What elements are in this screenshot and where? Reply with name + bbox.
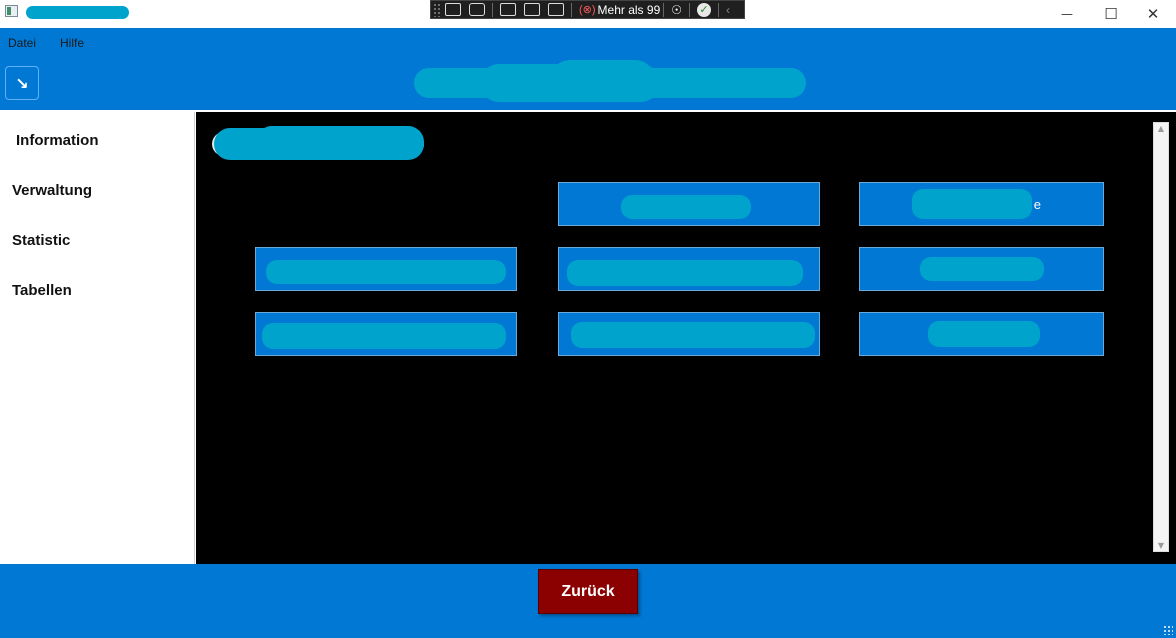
scroll-up-icon[interactable]: ▲ <box>1154 124 1168 133</box>
select-element-icon[interactable] <box>500 3 516 16</box>
main-content: e ▲ ▼ <box>196 112 1176 564</box>
app-icon <box>5 5 18 17</box>
collapse-toolbar-icon[interactable]: ‹ <box>726 3 730 17</box>
tile-r1-c2[interactable] <box>558 182 820 226</box>
sidebar-item-information[interactable]: Information <box>16 132 99 149</box>
debug-toolbar: (⊗) Mehr als 99 ☉ ✓ ‹ <box>430 0 745 19</box>
window-title-redacted <box>26 6 129 19</box>
vertical-scrollbar[interactable]: ▲ ▼ <box>1153 122 1169 552</box>
display-layout-icon[interactable] <box>524 3 540 16</box>
minimize-button[interactable]: — <box>1044 0 1090 28</box>
tile-r1-c3[interactable]: e <box>859 182 1104 226</box>
track-focus-icon[interactable] <box>548 3 564 16</box>
sidebar: Information Verwaltung Statistic Tabelle… <box>0 112 195 564</box>
close-button[interactable]: ✕ <box>1130 0 1176 28</box>
tile-r2-c2[interactable] <box>558 247 820 291</box>
sidebar-item-tabellen[interactable]: Tabellen <box>12 282 72 299</box>
sidebar-item-verwaltung[interactable]: Verwaltung <box>12 182 92 199</box>
tile-r2-c3[interactable] <box>859 247 1104 291</box>
footer-bar: Zurück <box>0 564 1176 638</box>
scroll-down-icon[interactable]: ▼ <box>1154 541 1168 550</box>
navigate-button[interactable]: ↘ <box>5 66 39 100</box>
accessibility-icon[interactable]: ☉ <box>671 3 682 17</box>
menu-datei[interactable]: Datei <box>8 36 36 50</box>
arrow-down-right-icon: ↘ <box>15 73 29 93</box>
live-tree-icon[interactable] <box>445 3 461 16</box>
maximize-button[interactable]: ☐ <box>1088 0 1134 28</box>
drag-handle-icon[interactable] <box>433 2 441 17</box>
sidebar-item-statistic[interactable]: Statistic <box>12 232 70 249</box>
binding-failures-count[interactable]: Mehr als 99 <box>598 3 661 17</box>
tile-r1-c3-label: e <box>1033 197 1041 212</box>
menu-hilfe[interactable]: Hilfe <box>60 36 84 50</box>
app-header: Datei Hilfe ↘ <box>0 28 1176 110</box>
binding-failures-icon: (⊗) <box>579 4 596 16</box>
resize-grip-icon[interactable] <box>1163 625 1173 635</box>
window-titlebar: (⊗) Mehr als 99 ☉ ✓ ‹ — ☐ ✕ <box>0 0 1176 28</box>
tile-r3-c1[interactable] <box>255 312 517 356</box>
back-button[interactable]: Zurück <box>538 569 638 614</box>
video-icon[interactable] <box>469 3 485 16</box>
tile-r3-c2[interactable] <box>558 312 820 356</box>
tile-r2-c1[interactable] <box>255 247 517 291</box>
tile-r3-c3[interactable] <box>859 312 1104 356</box>
check-icon[interactable]: ✓ <box>697 2 712 17</box>
